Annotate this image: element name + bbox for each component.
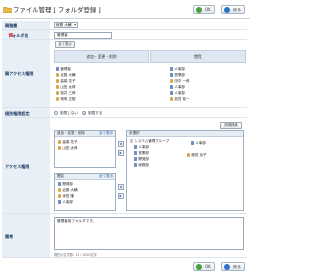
individual-permission-label: 個別権限設定 bbox=[5, 110, 30, 116]
group-icon bbox=[134, 145, 138, 149]
full-access-edit-item: 山田 太郎 bbox=[56, 85, 76, 89]
move-right-arrow-icon[interactable] bbox=[118, 193, 124, 199]
radio-no-restrict-label: 制限しない bbox=[60, 110, 78, 115]
radio-restrict-label: 制限する bbox=[88, 110, 103, 115]
full-access-row: 親アクセス権限 全て表示 追加・変更・削除 閲覧 管理者 近藤 大輔 高橋 花子… bbox=[2, 40, 247, 108]
full-access-edit-item: 管理者 bbox=[56, 67, 71, 71]
folder-name-row: フォルダ名 管理者 bbox=[2, 30, 247, 40]
full-access-view-item: 人事部 bbox=[170, 67, 185, 71]
user-icon bbox=[58, 188, 62, 192]
footer: OK 戻る bbox=[0, 259, 250, 273]
folder-icon bbox=[3, 7, 12, 13]
group-icon bbox=[58, 200, 62, 204]
user-icon bbox=[58, 194, 62, 198]
detail-search-button[interactable]: 詳細検索 bbox=[220, 122, 242, 129]
back-button-bottom[interactable]: 戻る bbox=[221, 262, 245, 271]
unselected-item[interactable]: 飯田 京子 bbox=[187, 153, 207, 157]
view-list-item[interactable]: 開発部 bbox=[58, 182, 73, 186]
individual-permission-row: 個別権限設定 制限しない 制限する bbox=[2, 108, 247, 118]
unselected-item[interactable]: 営業部 bbox=[134, 151, 149, 155]
user-icon bbox=[56, 97, 60, 101]
group-icon bbox=[56, 67, 60, 71]
radio-no-restrict[interactable] bbox=[54, 111, 58, 115]
user-icon bbox=[58, 146, 62, 150]
group-icon bbox=[170, 73, 174, 77]
unselected-group[interactable]: システム管理グループ bbox=[130, 139, 169, 143]
folder-name-input[interactable]: 管理者 bbox=[54, 31, 112, 39]
back-arrow-icon bbox=[224, 7, 230, 13]
user-icon bbox=[58, 140, 62, 144]
notes-label: 備考 bbox=[5, 234, 14, 239]
group-icon bbox=[191, 141, 195, 145]
check-icon bbox=[196, 264, 202, 270]
edit-list-item[interactable]: 山田 太郎 bbox=[58, 146, 78, 150]
edit-show-all-link[interactable]: 全て表示 bbox=[99, 131, 113, 136]
group-icon bbox=[170, 67, 174, 71]
radio-restrict[interactable] bbox=[82, 111, 86, 115]
back-button[interactable]: 戻る bbox=[221, 5, 245, 14]
edit-list-item[interactable]: 高橋 花子 bbox=[58, 140, 78, 144]
group-icon bbox=[58, 182, 62, 186]
view-show-all-link[interactable]: 全て表示 bbox=[99, 174, 113, 179]
page-title: ファイル管理 [ フォルダ登録 ] bbox=[13, 6, 101, 14]
ok-button[interactable]: OK bbox=[193, 5, 215, 14]
user-icon bbox=[170, 97, 174, 101]
unselected-panel[interactable]: 未選択 システム管理グループ 人事部 営業部 開発部 総務部 人事部 飯田 京子 bbox=[126, 130, 244, 211]
notes-textarea[interactable]: 管理者用フォルダです。 bbox=[54, 217, 244, 250]
full-access-edit-item: 近藤 大輔 bbox=[56, 73, 76, 77]
full-access-show-all-button[interactable]: 全て表示 bbox=[55, 41, 75, 48]
parent-folder-label: 親階層 bbox=[5, 23, 18, 28]
view-permission-panel[interactable]: 閲覧 全て表示 開発部 近藤 大輔 米田 隆 人事部 bbox=[54, 173, 116, 211]
move-left-arrow-icon[interactable] bbox=[118, 184, 124, 190]
group-toggle-icon bbox=[130, 139, 134, 143]
unselected-item[interactable]: 総務部 bbox=[134, 163, 149, 167]
full-access-view-header: 閲覧 bbox=[150, 50, 246, 63]
full-access-edit-item: 高橋 花子 bbox=[56, 79, 76, 83]
view-list-item[interactable]: 近藤 大輔 bbox=[58, 188, 78, 192]
edit-permission-panel[interactable]: 追加・変更・削除 全て表示 高橋 花子 山田 太郎 bbox=[54, 130, 116, 168]
group-icon bbox=[134, 157, 138, 161]
full-access-edit-item: 飛鳥 正樹 bbox=[56, 97, 76, 101]
group-icon bbox=[170, 85, 174, 89]
full-access-view-item: 営業部 bbox=[170, 73, 185, 77]
move-right-arrow-icon[interactable] bbox=[118, 150, 124, 156]
full-access-edit-header: 追加・変更・削除 bbox=[54, 50, 149, 63]
back-arrow-icon bbox=[224, 264, 230, 270]
title-bar: ファイル管理 [ フォルダ登録 ] OK 戻る bbox=[0, 0, 250, 19]
full-access-edit-item: 桜井 三郎 bbox=[56, 91, 76, 95]
user-icon bbox=[56, 73, 60, 77]
view-list-item[interactable]: 人事部 bbox=[58, 200, 73, 204]
user-icon bbox=[56, 91, 60, 95]
full-access-view-item: 田中 一郎 bbox=[170, 79, 190, 83]
parent-folder-row: 親階層 総務 大輔 bbox=[2, 21, 247, 30]
group-icon bbox=[134, 163, 138, 167]
user-icon bbox=[56, 85, 60, 89]
required-icon bbox=[9, 32, 13, 37]
check-icon bbox=[196, 7, 202, 13]
group-icon bbox=[170, 91, 174, 95]
chevron-down-icon bbox=[74, 24, 76, 26]
full-access-label: 親アクセス権限 bbox=[5, 71, 34, 76]
full-access-view-item: 人事部 bbox=[170, 85, 185, 89]
parent-folder-select[interactable]: 総務 大輔 bbox=[54, 22, 78, 28]
unselected-panel-header: 未選択 bbox=[127, 131, 243, 137]
user-icon bbox=[170, 79, 174, 83]
ok-button-bottom[interactable]: OK bbox=[193, 262, 215, 271]
unselected-item[interactable]: 人事部 bbox=[134, 145, 149, 149]
notes-char-counter: 現在の文字数: 11 / 1000文字 bbox=[54, 253, 97, 257]
notes-row: 備考 管理者用フォルダです。 現在の文字数: 11 / 1000文字 bbox=[2, 214, 247, 258]
user-icon bbox=[56, 79, 60, 83]
full-access-view-item: 人事部 bbox=[170, 91, 185, 95]
unselected-item[interactable]: 人事部 bbox=[191, 141, 206, 145]
group-icon bbox=[134, 151, 138, 155]
move-left-arrow-icon[interactable] bbox=[118, 141, 124, 147]
access-permission-label: アクセス権限 bbox=[5, 164, 30, 169]
access-permission-row: アクセス権限 詳細検索 追加・変更・削除 全て表示 高橋 花子 山田 太郎 閲覧全… bbox=[2, 118, 247, 214]
user-icon bbox=[187, 153, 191, 157]
unselected-item[interactable]: 開発部 bbox=[134, 157, 149, 161]
full-access-view-item: 品質 祐一 bbox=[170, 97, 190, 101]
view-list-item[interactable]: 米田 隆 bbox=[58, 194, 74, 198]
